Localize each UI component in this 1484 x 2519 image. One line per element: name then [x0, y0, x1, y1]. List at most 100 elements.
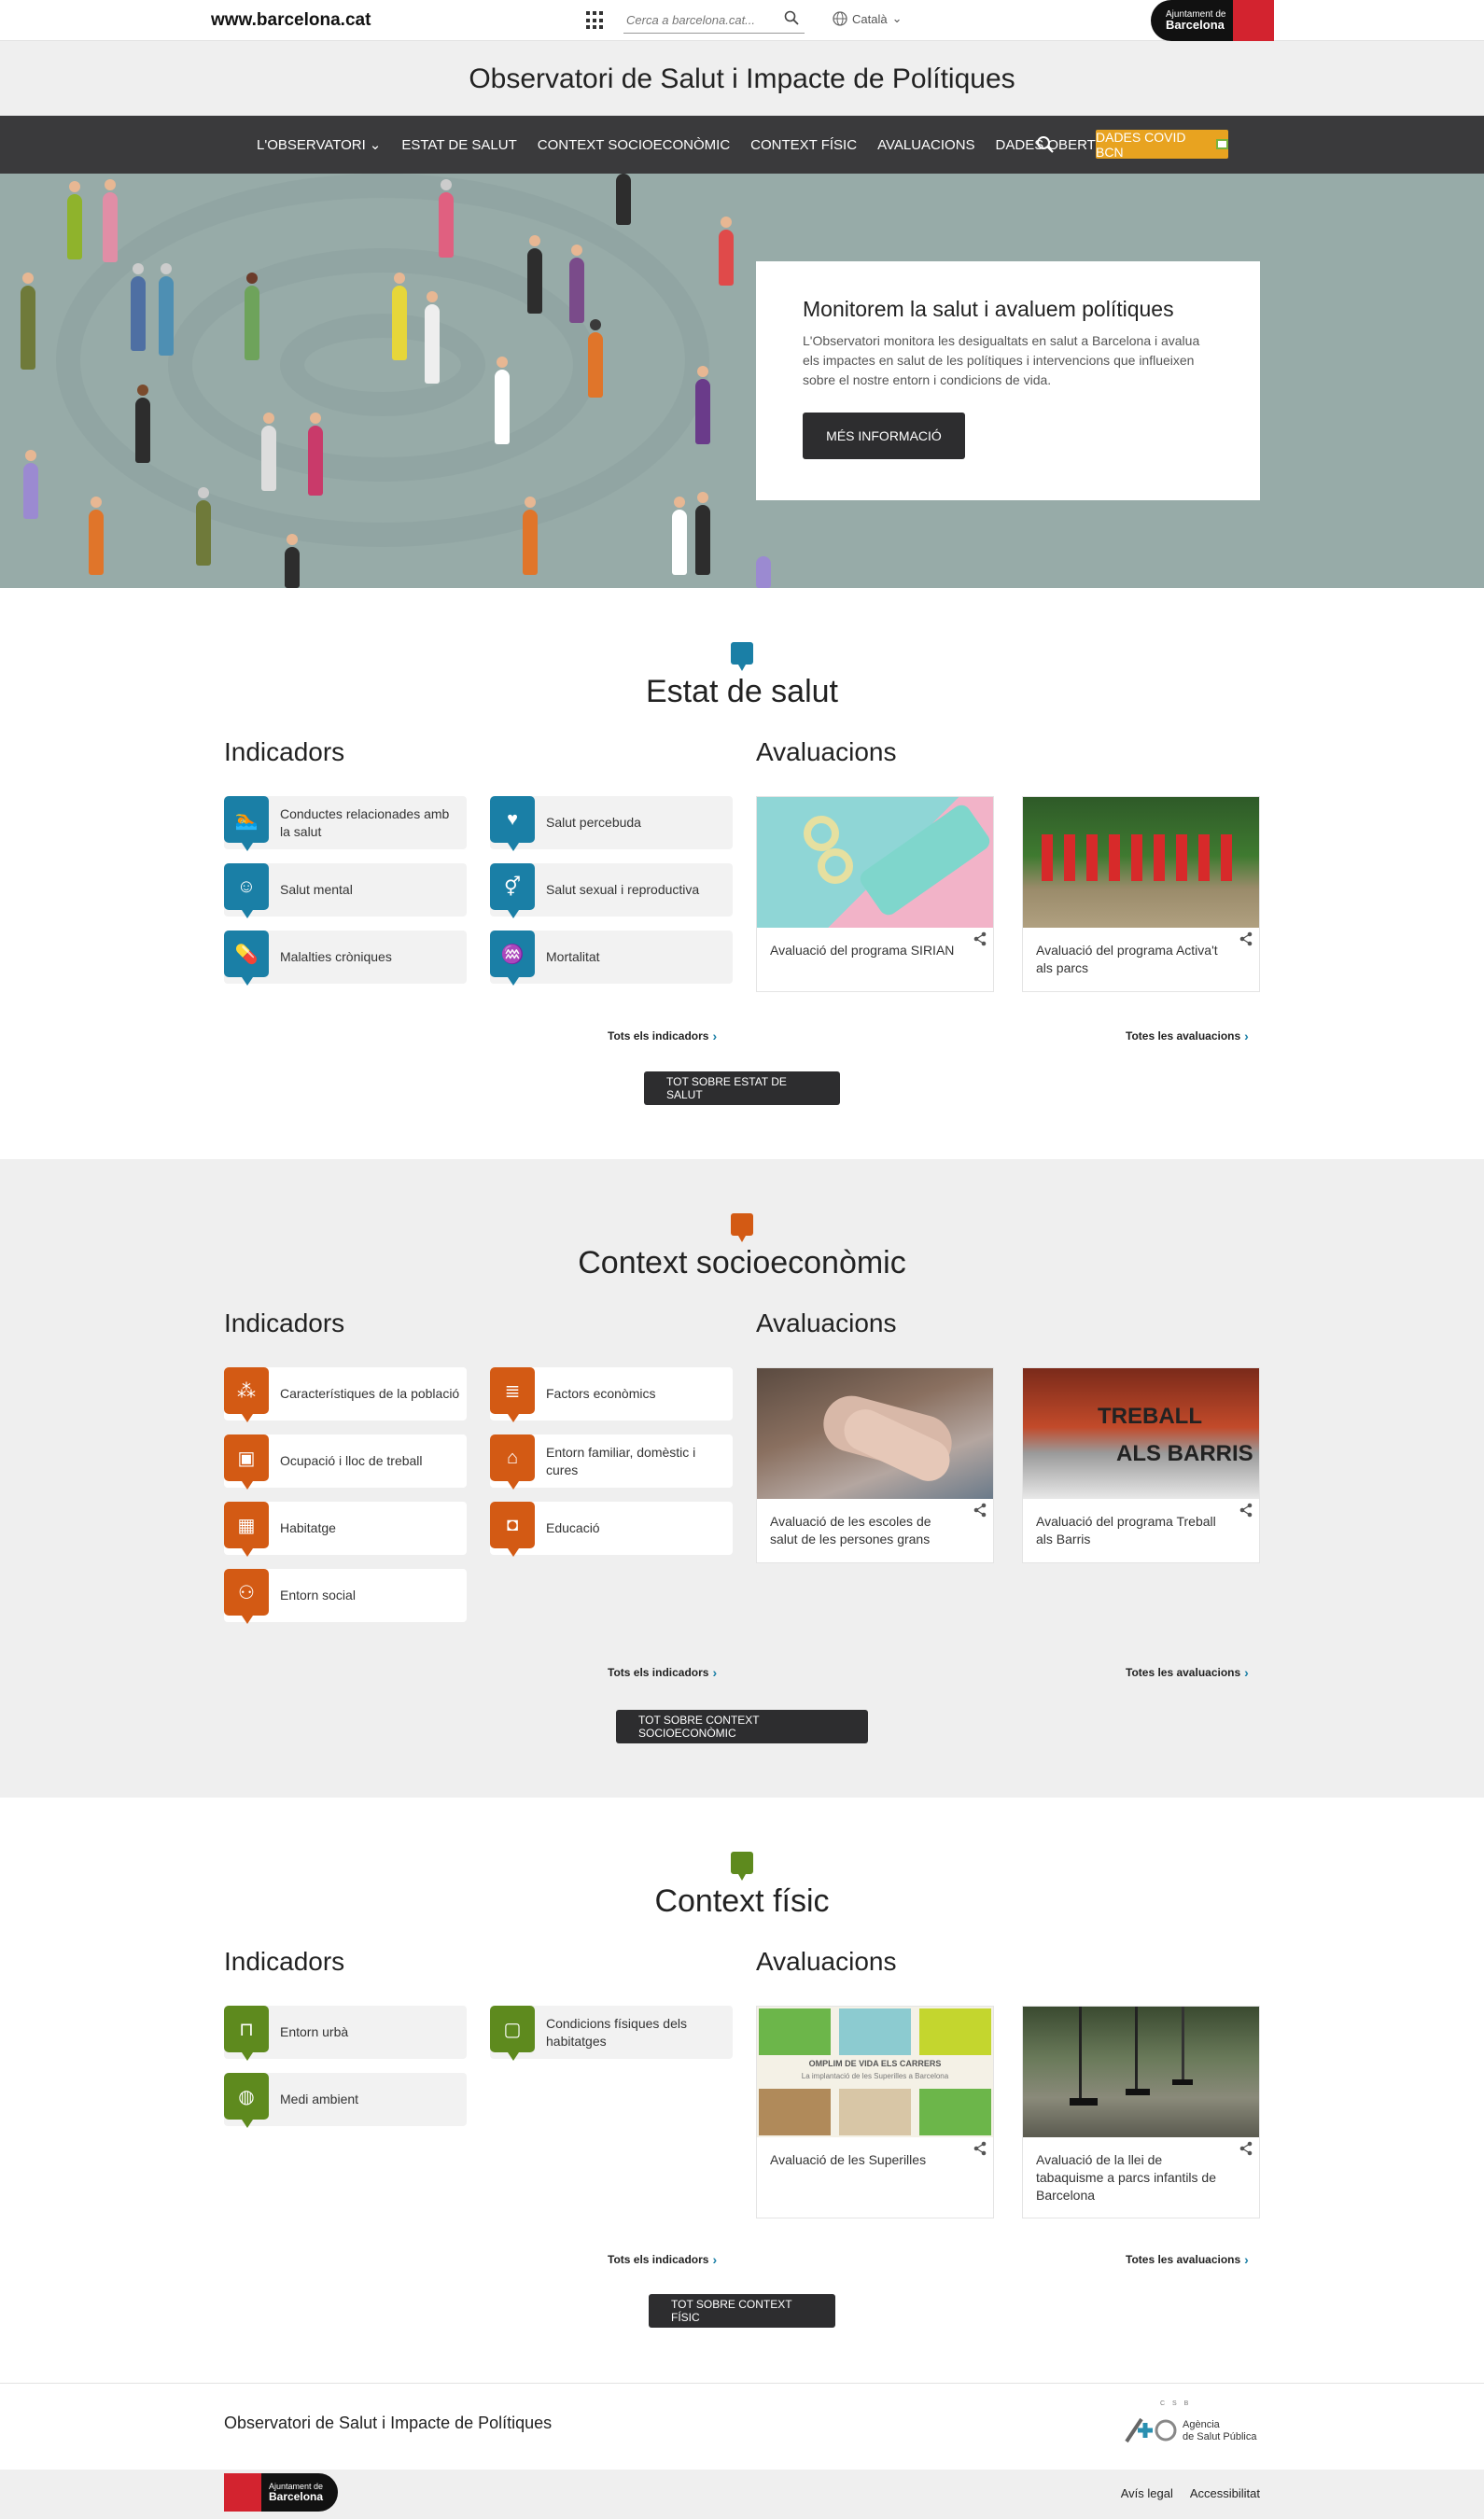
population-pyramid-icon: ⁂ — [224, 1367, 269, 1422]
evaluation-image: TREBALL ALS BARRIS — [1023, 1368, 1259, 1499]
section-context-fisic: Context físic Indicadors Avaluacions ⊓ E… — [0, 1798, 1484, 2383]
indicator-label: Habitatge — [280, 1520, 336, 1535]
indicator-card[interactable]: ▢ Condicions físiques dels habitatges — [490, 2006, 733, 2061]
site-title[interactable]: Observatori de Salut i Impacte de Políti… — [0, 63, 1484, 95]
dashboard-icon — [1215, 139, 1228, 149]
aspb-line-2: de Salut Pública — [1183, 2431, 1257, 2442]
indicator-label: Factors econòmics — [546, 1386, 656, 1401]
indicator-label: Medi ambient — [280, 2092, 359, 2106]
heart-head-icon: ♥ — [490, 796, 535, 851]
all-about-health-button[interactable]: TOT SOBRE ESTAT DE SALUT — [644, 1071, 840, 1105]
share-icon[interactable] — [973, 1503, 987, 1518]
evaluations-title: Avaluacions — [756, 1308, 897, 1337]
share-icon[interactable] — [973, 931, 987, 946]
family-house-icon: ⌂ — [490, 1434, 535, 1490]
indicator-card[interactable]: ▣ Ocupació i lloc de treball — [224, 1434, 467, 1490]
evaluation-card[interactable]: OMPLIM DE VIDA ELS CARRERS La implantaci… — [756, 2006, 994, 2218]
covid-data-button[interactable]: DADES COVID BCN — [1096, 130, 1228, 160]
language-selector[interactable]: Català ⌄ — [833, 11, 902, 26]
indicator-card[interactable]: ⁂ Característiques de la població — [224, 1367, 467, 1422]
ecg-monitor-icon: ♒ — [490, 931, 535, 986]
hero-title: Monitorem la salut i avaluem polítiques — [803, 297, 1174, 321]
legal-notice-link[interactable]: Avís legal — [1121, 2486, 1173, 2500]
all-evaluations-link[interactable]: Totes les avaluacions › — [1126, 1665, 1249, 1680]
more-info-button[interactable]: MÉS INFORMACIÓ — [803, 413, 965, 459]
all-about-socioeconomic-button[interactable]: TOT SOBRE CONTEXT SOCIOECONÒMIC — [616, 1710, 868, 1743]
search-icon[interactable] — [1036, 135, 1055, 154]
evaluation-image — [1023, 2007, 1259, 2137]
indicator-label: Conductes relacionades amb la salut — [280, 805, 450, 839]
chevron-right-icon: › — [712, 2252, 718, 2267]
nav-item-avaluacions[interactable]: AVALUACIONS — [877, 137, 974, 153]
chevron-down-icon: ⌄ — [891, 11, 903, 25]
ajuntament-logo[interactable]: Ajuntament de Barcelona — [1151, 0, 1274, 41]
indicator-card[interactable]: ⊓ Entorn urbà — [224, 2006, 467, 2061]
indicator-card[interactable]: ◍ Medi ambient — [224, 2073, 467, 2128]
evaluation-card[interactable]: Avaluació de les escoles de salut de les… — [756, 1367, 994, 1563]
all-indicators-link[interactable]: Tots els indicadors › — [608, 2252, 717, 2267]
evaluation-card[interactable]: Avaluació de la llei de tabaquisme a par… — [1022, 2006, 1260, 2218]
share-icon[interactable] — [973, 2141, 987, 2156]
all-evaluations-link[interactable]: Totes les avaluacions › — [1126, 2252, 1249, 2267]
evaluation-image — [757, 1368, 993, 1499]
nav-item-context-fisic[interactable]: CONTEXT FÍSIC — [750, 137, 857, 153]
indicator-card[interactable]: 🏊 Conductes relacionades amb la salut — [224, 796, 467, 851]
evaluation-card[interactable]: TREBALL ALS BARRIS Avaluació del program… — [1022, 1367, 1260, 1563]
all-evaluations-link[interactable]: Totes les avaluacions › — [1126, 1029, 1249, 1043]
indicator-card[interactable]: ♥ Salut percebuda — [490, 796, 733, 851]
indicator-card[interactable]: ≣ Factors econòmics — [490, 1367, 733, 1422]
search-icon[interactable] — [784, 10, 799, 25]
site-url-link[interactable]: www.barcelona.cat — [211, 10, 371, 31]
evaluations-title: Avaluacions — [756, 737, 897, 766]
indicator-card[interactable]: ⌂ Entorn familiar, domèstic i cures — [490, 1434, 733, 1490]
indicator-label: Salut sexual i reproductiva — [546, 882, 700, 897]
nav-item-context-socioeconomic[interactable]: CONTEXT SOCIOECONÒMIC — [538, 137, 730, 153]
evaluation-image — [757, 797, 993, 928]
all-about-physical-button[interactable]: TOT SOBRE CONTEXT FÍSIC — [649, 2294, 835, 2328]
aspb-logo[interactable]: C S B Agència de Salut Pública — [1125, 2400, 1260, 2453]
aspb-mark-icon — [1125, 2417, 1177, 2443]
indicator-card[interactable]: ◘ Educació — [490, 1502, 733, 1557]
share-icon[interactable] — [1239, 931, 1253, 946]
swimmer-icon: 🏊 — [224, 796, 269, 851]
all-indicators-link[interactable]: Tots els indicadors › — [608, 1029, 717, 1043]
window-icon: ▢ — [490, 2006, 535, 2061]
nav-item-observatori[interactable]: L'OBSERVATORI ⌄ — [257, 136, 382, 154]
chevron-right-icon: › — [1244, 1029, 1249, 1043]
chevron-right-icon: › — [1244, 1665, 1249, 1680]
hero-banner: Monitorem la salut i avaluem polítiques … — [0, 174, 1484, 588]
section-title: Context físic — [654, 1883, 830, 1919]
accessibility-link[interactable]: Accessibilitat — [1190, 2486, 1260, 2500]
brain-head-icon: ☺ — [224, 863, 269, 918]
evaluation-image: OMPLIM DE VIDA ELS CARRERS La implantaci… — [757, 2007, 993, 2137]
share-icon[interactable] — [1239, 2141, 1253, 2156]
evaluation-label: Avaluació de la llei de tabaquisme a par… — [1036, 2152, 1216, 2203]
share-icon[interactable] — [1239, 1503, 1253, 1518]
language-label: Català — [852, 11, 888, 26]
section-title: Estat de salut — [645, 674, 838, 709]
indicator-card[interactable]: ♒ Mortalitat — [490, 931, 733, 986]
indicator-card[interactable]: ⚇ Entorn social — [224, 1569, 467, 1624]
evaluation-card[interactable]: Avaluació del programa SIRIAN — [756, 796, 994, 992]
indicator-card[interactable]: 💊 Malalties cròniques — [224, 931, 467, 986]
chevron-down-icon: ⌄ — [369, 137, 382, 153]
evaluation-card[interactable]: Avaluació del programa Activa't als parc… — [1022, 796, 1260, 992]
footer-title: Observatori de Salut i Impacte de Políti… — [224, 2414, 553, 2432]
indicator-card[interactable]: ⚥ Salut sexual i reproductiva — [490, 863, 733, 918]
indicator-card[interactable]: ☺ Salut mental — [224, 863, 467, 918]
indicator-label: Salut percebuda — [546, 815, 641, 830]
hero-text: L'Observatori monitora les desigualtats … — [803, 333, 1200, 387]
ajuntament-logo[interactable]: Ajuntament de Barcelona — [224, 2473, 338, 2512]
all-indicators-link[interactable]: Tots els indicadors › — [608, 1665, 717, 1680]
indicator-label: Salut mental — [280, 882, 353, 897]
bench-icon: ⊓ — [224, 2006, 269, 2061]
chevron-right-icon: › — [712, 1029, 718, 1043]
nav-item-estat-de-salut[interactable]: ESTAT DE SALUT — [401, 137, 516, 153]
apps-grid-icon[interactable] — [586, 11, 605, 30]
logo-line-2: Barcelona — [1166, 18, 1225, 32]
indicator-label: Malalties cròniques — [280, 949, 392, 964]
evaluation-label: Avaluació de les escoles de salut de les… — [770, 1514, 931, 1546]
search-input[interactable] — [623, 7, 805, 34]
briefcase-icon: ▣ — [224, 1434, 269, 1490]
indicator-card[interactable]: ▦ Habitatge — [224, 1502, 467, 1557]
